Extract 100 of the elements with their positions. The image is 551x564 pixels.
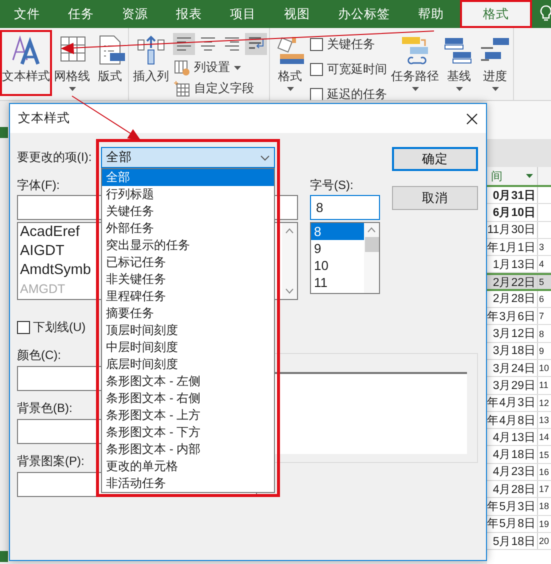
table-cell-text: 11 — [538, 379, 550, 392]
table-cell-text: 20 — [538, 535, 550, 548]
dropdown-option[interactable]: 条形图文本 - 左侧 — [102, 373, 274, 390]
text-style-icon — [10, 34, 42, 66]
ribbon-tab[interactable]: 文件 — [0, 0, 54, 28]
table-cell-text: 8 — [538, 328, 546, 341]
scrollbar[interactable] — [282, 223, 297, 299]
dropdown-option[interactable]: 里程碑任务 — [102, 288, 274, 305]
list-item[interactable]: 8 — [311, 223, 364, 240]
ribbon-tab[interactable]: 资源 — [108, 0, 162, 28]
list-item[interactable]: 11 — [311, 274, 364, 291]
scrollbar-thumb[interactable] — [364, 237, 378, 252]
table-cell-text: 16 — [538, 466, 550, 479]
list-item[interactable]: 10 — [311, 257, 364, 274]
annotation-arrow — [72, 96, 140, 140]
list-item[interactable]: 9 — [311, 240, 364, 257]
dropdown-option[interactable]: 外部任务 — [102, 220, 274, 237]
scroll-down-icon[interactable] — [285, 288, 294, 294]
item-dropdown[interactable]: 全部 — [101, 147, 275, 168]
filter-arrow-icon[interactable] — [526, 174, 533, 178]
dialog-title: 文本样式 — [18, 110, 70, 127]
task-path-icon — [399, 34, 431, 66]
checkbox[interactable] — [310, 88, 323, 100]
field-label: 字号(S): — [310, 177, 354, 192]
checkbox[interactable] — [17, 321, 30, 334]
ribbon-tab[interactable]: 项目 — [216, 0, 270, 28]
dropdown-option[interactable]: 条形图文本 - 右侧 — [102, 390, 274, 407]
ribbon-tab[interactable]: 任务 — [54, 0, 108, 28]
dropdown-option[interactable]: 底层时间刻度 — [102, 356, 274, 373]
field-label: 字体(F): — [17, 177, 60, 192]
field-label: 背景色(B): — [17, 400, 72, 415]
checkbox-label: 下划线(U) — [33, 319, 86, 336]
insert-column-icon — [135, 34, 167, 66]
toggle-button[interactable] — [245, 33, 267, 55]
table-cell-text: 12 — [538, 396, 550, 410]
dropdown-option[interactable]: 突出显示的任务 — [102, 237, 274, 254]
checkbox[interactable] — [310, 63, 323, 76]
dropdown-option[interactable]: 摘要任务 — [102, 305, 274, 322]
ribbon-button[interactable]: 任务路径 — [389, 30, 441, 96]
ribbon-tab[interactable]: 格式 — [460, 0, 532, 28]
list-item[interactable]: AmdtSymb — [20, 261, 91, 280]
custom-field-icon — [173, 80, 190, 97]
close-icon[interactable] — [466, 112, 478, 124]
lightbulb-icon[interactable] — [540, 5, 551, 23]
table-cell-text: 13 — [538, 414, 550, 427]
table-cell-text: 19 — [538, 518, 550, 531]
list-item[interactable]: AcadEref — [20, 223, 80, 242]
table-cell-text: 4 — [538, 258, 546, 272]
timescale-bar — [487, 139, 551, 167]
ribbon-button[interactable]: 文本样式 — [0, 30, 52, 96]
scrollbar[interactable] — [364, 223, 379, 293]
checkbox-label: 延迟的任务 — [327, 86, 387, 100]
ribbon-tab[interactable]: 报表 — [162, 0, 216, 28]
ribbon-button[interactable]: 列设置 — [173, 59, 267, 76]
ribbon-tab[interactable]: 帮助 — [404, 0, 458, 28]
table-cell-text: 9 — [538, 344, 546, 358]
dropdown-option[interactable]: 顶层时间刻度 — [102, 322, 274, 339]
toggle-button[interactable] — [173, 33, 195, 55]
column-settings-icon — [173, 59, 190, 76]
column-header-text: 间 — [491, 170, 503, 184]
table-cell-text: 3 — [538, 241, 546, 254]
table-cell-text: 15 — [538, 448, 550, 462]
selected-row[interactable]: 2月22日 5 — [487, 273, 551, 291]
dropdown-option[interactable]: 行列标题 — [102, 186, 274, 203]
table-cell-text: 14 — [538, 431, 550, 444]
table-cell-text: 17 — [538, 483, 550, 496]
ribbon-button[interactable]: 基线 — [441, 30, 477, 96]
dropdown-option[interactable]: 非活动任务 — [102, 475, 274, 492]
dropdown-option[interactable]: 条形图文本 - 内部 — [102, 441, 274, 458]
dropdown-option[interactable]: 非关键任务 — [102, 271, 274, 288]
list-item[interactable]: AIGDT — [20, 242, 64, 261]
field-label: 背景图案(P): — [17, 453, 84, 468]
ribbon-tab[interactable]: 视图 — [270, 0, 324, 28]
checkbox-label: 可宽延时间 — [327, 61, 387, 78]
chevron-down-icon — [260, 154, 270, 160]
dropdown-option[interactable]: 已标记任务 — [102, 254, 274, 271]
size-field[interactable]: 8 — [310, 195, 380, 220]
dropdown-option[interactable]: 条形图文本 - 下方 — [102, 424, 274, 441]
field-label: 要更改的项(I): — [17, 149, 93, 166]
ribbon-tab[interactable]: 办公标签 — [324, 0, 404, 28]
ribbon-button[interactable]: 版式 — [92, 30, 128, 96]
dropdown-option[interactable]: 中层时间刻度 — [102, 339, 274, 356]
dropdown-option[interactable]: 条形图文本 - 上方 — [102, 407, 274, 424]
ribbon-button[interactable]: 自定义字段 — [173, 80, 267, 97]
scroll-up-icon[interactable] — [285, 228, 294, 234]
checkbox[interactable] — [310, 38, 323, 51]
ribbon-button[interactable]: 进度 — [477, 30, 513, 96]
size-list[interactable]: 8 9 10 11 — [310, 222, 380, 294]
field-label: 颜色(C): — [17, 347, 61, 362]
dropdown-option[interactable]: 关键任务 — [102, 203, 274, 220]
cancel-button[interactable]: 取消 — [392, 186, 478, 210]
table-cell-text: 10 — [538, 362, 550, 376]
table-cell-text: 5 — [538, 276, 546, 289]
ok-button[interactable]: 确定 — [392, 147, 478, 171]
ribbon-button[interactable]: 插入列 — [131, 30, 171, 96]
dropdown-option[interactable]: 全部 — [102, 169, 274, 186]
table-cell-text: 18 — [538, 500, 550, 514]
ribbon-button[interactable]: 格式 — [272, 30, 308, 96]
scroll-up-icon[interactable] — [367, 227, 376, 233]
dropdown-option[interactable]: 更改的单元格 — [102, 458, 274, 475]
